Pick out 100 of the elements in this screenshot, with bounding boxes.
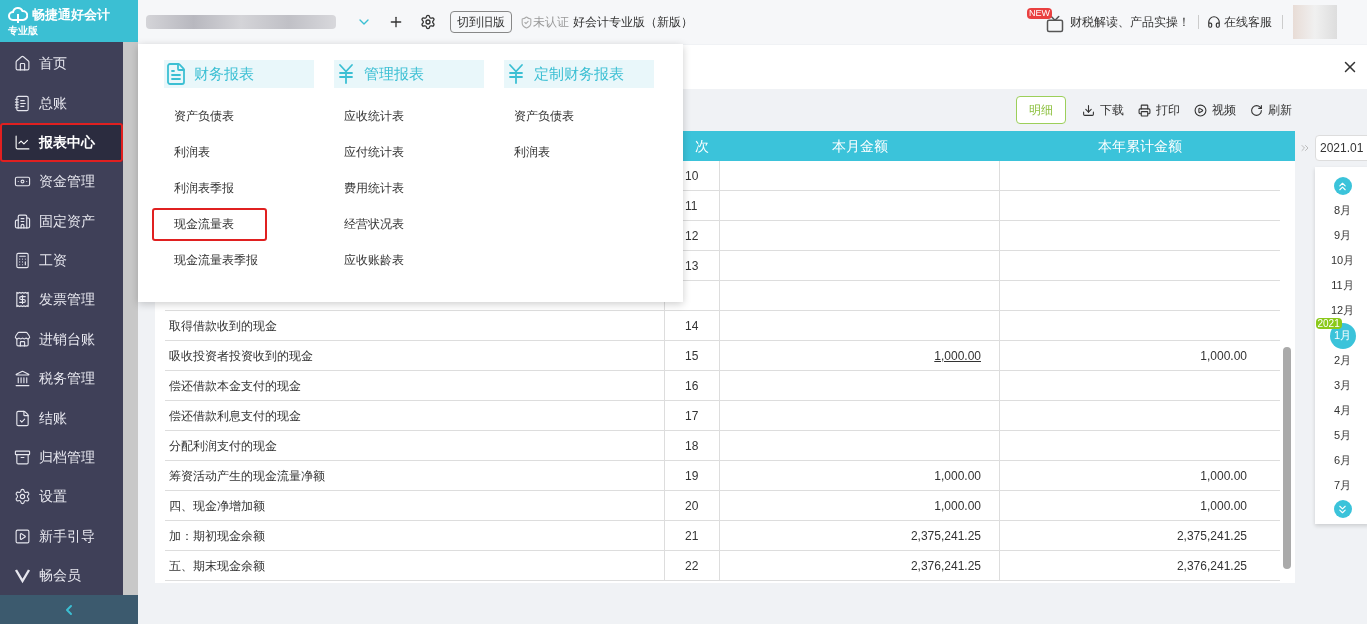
month-item[interactable]: 9月 [1333, 227, 1352, 244]
menu-item[interactable]: 现金流量表季报 [152, 243, 267, 277]
tv-icon [1046, 15, 1064, 33]
scroll-up-icon[interactable] [1333, 177, 1352, 195]
sidebar-item[interactable]: 畅会员 [0, 556, 123, 596]
menu-item[interactable]: 现金流量表 [152, 207, 267, 241]
menu-item[interactable]: 利润表 [152, 135, 267, 169]
month-item[interactable]: 12月 [1330, 302, 1355, 319]
table-cell-text: 偿还借款利息支付的现金 [169, 407, 301, 425]
table-cell-text: 五、期末现金余额 [169, 557, 265, 575]
logo-text: 畅捷通好会计 [32, 6, 110, 25]
table-cell-text: 1,000.00 [1200, 497, 1247, 515]
expand-icon[interactable] [1299, 142, 1311, 154]
settings-icon [14, 488, 31, 506]
scroll-down-icon[interactable] [1333, 500, 1352, 518]
sidebar-item[interactable]: 工资 [0, 240, 123, 281]
table-cell-text: 14 [685, 317, 699, 335]
support-link[interactable]: 在线客服 [1224, 13, 1272, 31]
table-cell-text: 1,000.00 [1200, 467, 1247, 485]
cloud-logo-icon [8, 5, 28, 24]
sidebar-item[interactable]: 结账 [0, 398, 123, 438]
menu-group-title: 管理报表 [334, 60, 484, 88]
table-cell-text: 2,375,241.25 [910, 527, 981, 545]
receipt-icon [14, 291, 31, 309]
table-cell-text: 2,376,241.25 [1176, 557, 1247, 575]
add-icon[interactable] [388, 14, 404, 30]
building-icon [14, 212, 31, 230]
sidebar-item[interactable]: 报表中心 [0, 122, 123, 163]
play-icon [14, 527, 31, 545]
table-cell-text: 12 [685, 227, 699, 245]
toolbar-button[interactable]: 视频 [1194, 101, 1236, 119]
chart-icon [14, 133, 31, 151]
period-field[interactable]: 2021.01 [1315, 135, 1367, 161]
table-cell-text: 加：期初现金余额 [169, 527, 265, 545]
month-item[interactable]: 5月 [1333, 427, 1352, 444]
month-item[interactable]: 2月 [1333, 352, 1352, 369]
table-cell-text: 四、现金净增加额 [169, 497, 265, 515]
month-item[interactable]: 8月 [1333, 202, 1352, 219]
menu-item[interactable]: 应付统计表 [322, 135, 437, 169]
menu-group-title: 财务报表 [164, 60, 314, 88]
switch-version-button[interactable]: 切到旧版 [450, 11, 512, 33]
table-cell-text: 18 [685, 437, 699, 455]
refresh-icon [1250, 103, 1263, 117]
new-badge: NEW [1027, 8, 1052, 19]
table-cell-text: 1,000.00 [934, 497, 981, 515]
settings-icon[interactable] [420, 14, 436, 30]
table-cell-text: 17 [685, 407, 699, 425]
table-cell-text: 22 [685, 557, 699, 575]
menu-item[interactable]: 资产负债表 [492, 99, 607, 133]
table-cell-text: 偿还借款本金支付的现金 [169, 377, 301, 395]
toolbar-button[interactable]: 刷新 [1250, 101, 1292, 119]
sidebar-item[interactable]: 归档管理 [0, 437, 123, 478]
v-icon [14, 567, 31, 585]
table-cell-text: 取得借款收到的现金 [169, 317, 277, 335]
avatar[interactable] [1293, 5, 1337, 39]
table-cell-text: 吸收投资者投资收到的现金 [169, 347, 313, 365]
table-cell-text: 20 [685, 497, 699, 515]
month-item[interactable]: 4月 [1333, 402, 1352, 419]
sidebar-item[interactable]: 总账 [0, 83, 123, 123]
sidebar-item[interactable]: 设置 [0, 477, 123, 517]
document-icon [164, 62, 188, 86]
table-cell-text: 11 [685, 197, 698, 215]
month-item[interactable]: 7月 [1333, 477, 1352, 494]
menu-item[interactable]: 应收统计表 [322, 99, 437, 133]
sidebar-item[interactable]: 首页 [0, 43, 123, 84]
menu-group-title: 定制财务报表 [504, 60, 654, 88]
toolbar-button[interactable]: 下载 [1082, 101, 1124, 119]
month-item[interactable]: 3月 [1333, 377, 1352, 394]
menu-item[interactable]: 资产负债表 [152, 99, 267, 133]
scrollbar-thumb[interactable] [1283, 347, 1291, 569]
table-cell-text: 15 [685, 347, 699, 365]
table-cell-text: 10 [685, 167, 699, 185]
store-icon [14, 330, 31, 348]
ledger-icon [14, 94, 31, 112]
table-cell-text: 筹资活动产生的现金流量净额 [169, 467, 325, 485]
year-badge: 2021 [1315, 318, 1342, 329]
home-icon [14, 55, 31, 73]
sidebar-item[interactable]: 进销台账 [0, 319, 123, 360]
sidebar-item[interactable]: 发票管理 [0, 280, 123, 320]
sidebar-item[interactable]: 固定资产 [0, 201, 123, 241]
table-cell-text: 分配利润支付的现金 [169, 437, 277, 455]
sidebar-item[interactable]: 税务管理 [0, 359, 123, 399]
promo-link[interactable]: 财税解读、产品实操！ [1070, 13, 1190, 31]
sidebar-item[interactable]: 新手引导 [0, 516, 123, 556]
sidebar-item[interactable]: 资金管理 [0, 162, 123, 202]
menu-item[interactable]: 经营状况表 [322, 207, 437, 241]
play-icon [1194, 103, 1207, 117]
month-item[interactable]: 11月 [1331, 277, 1354, 294]
column-header: 本月金额 [831, 136, 889, 156]
toolbar-button[interactable]: 打印 [1138, 101, 1180, 119]
table-cell-text: 2,375,241.25 [1176, 527, 1247, 545]
amount-link[interactable]: 1,000.00 [934, 346, 981, 365]
menu-item[interactable]: 应收账龄表 [322, 243, 437, 277]
month-item[interactable]: 10月 [1330, 252, 1355, 269]
cert-status: 未认证 [533, 14, 569, 31]
month-item[interactable]: 6月 [1333, 452, 1352, 469]
menu-item[interactable]: 利润表季报 [152, 171, 267, 205]
menu-item[interactable]: 利润表 [492, 135, 607, 169]
edition-label: 专业版 [8, 24, 39, 37]
menu-item[interactable]: 费用统计表 [322, 171, 437, 205]
